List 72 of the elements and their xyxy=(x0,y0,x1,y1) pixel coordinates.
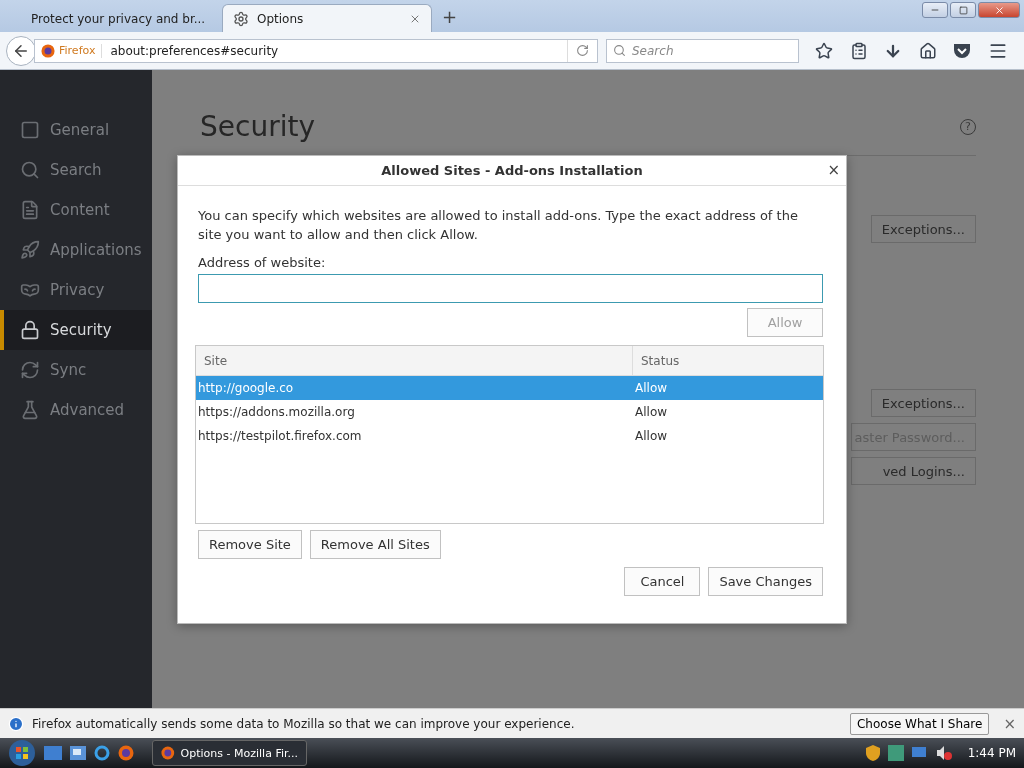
pocket-icon[interactable] xyxy=(953,42,972,59)
description-text: You can specify which websites are allowed to install add-ons. Type the exact address of the site you want to allow and then click Allow. xyxy=(198,207,799,244)
sidebar-item[interactable]: Privacy xyxy=(0,270,152,310)
bookmark-star-icon[interactable] xyxy=(815,41,834,60)
column-header[interactable]: Site xyxy=(196,346,633,375)
site-cell-text: https://addons.mozilla.org xyxy=(197,405,356,419)
cancel-button[interactable]: Cancel xyxy=(624,567,701,596)
address-label: Address of website: xyxy=(198,255,327,270)
search-icon xyxy=(613,44,626,57)
close-button[interactable]: × xyxy=(1003,714,1016,733)
site-row[interactable]: http://google.co Allow xyxy=(196,376,823,400)
dialog-title: Allowed Sites - Add-ons Installation xyxy=(381,163,643,178)
site-row[interactable]: https://testpilot.firefox.com Allow xyxy=(196,424,823,448)
exceptions-button[interactable]: Exceptions... xyxy=(870,389,976,417)
browser-e-icon[interactable] xyxy=(94,745,110,761)
remove-button[interactable]: Remove Site xyxy=(198,530,302,559)
page-title: Security xyxy=(200,110,315,143)
reload-icon xyxy=(576,44,589,57)
sidebar-item[interactable]: Advanced xyxy=(0,390,152,430)
status-cell-text: Allow xyxy=(634,405,669,419)
lock-icon xyxy=(20,320,40,340)
shield-icon[interactable] xyxy=(865,745,880,761)
url-text: about:preferences#security xyxy=(109,43,280,58)
notification-message: Firefox automatically sends some data to Mozilla so that we can improve your experience. xyxy=(32,716,576,731)
close-button[interactable]: × xyxy=(827,161,840,179)
speaker-muted-icon[interactable] xyxy=(935,745,952,761)
sidebar-item[interactable]: Security xyxy=(0,310,152,350)
search-field[interactable]: Search xyxy=(606,38,799,63)
sidebar-item[interactable]: General xyxy=(0,110,152,150)
sidebar-item[interactable]: Search xyxy=(0,150,152,190)
exceptions-button[interactable]: Exceptions... xyxy=(870,215,976,243)
column-header[interactable]: Status xyxy=(633,346,823,375)
status-cell-text: Allow xyxy=(634,381,669,395)
firefox-icon xyxy=(118,745,134,761)
home-icon[interactable] xyxy=(918,41,937,60)
sidebar-item[interactable]: Content xyxy=(0,190,152,230)
browser-tab[interactable]: Protect your privacy and br... xyxy=(12,4,222,32)
search-icon xyxy=(20,160,40,180)
url-field[interactable]: Firefox about:preferences#security xyxy=(34,38,598,63)
browser-tab[interactable]: Options xyxy=(222,4,432,32)
site-cell-text: https://testpilot.firefox.com xyxy=(197,429,363,443)
save-button[interactable]: Save Changes xyxy=(708,567,823,596)
settings-icon xyxy=(233,10,249,27)
clipboard-icon[interactable] xyxy=(849,41,868,60)
rocket-icon xyxy=(20,240,40,260)
sync-icon xyxy=(20,360,40,380)
identity-label: Firefox xyxy=(59,44,96,57)
back-button[interactable] xyxy=(6,35,36,66)
sidebar-item[interactable]: Applications xyxy=(0,230,152,270)
sidebar-item[interactable]: Sync xyxy=(0,350,152,390)
flask-icon xyxy=(20,400,40,420)
close-button[interactable] xyxy=(978,2,1020,18)
remove-button[interactable]: Remove All Sites xyxy=(309,530,441,559)
firefox-icon xyxy=(41,43,55,58)
window-switch-icon[interactable] xyxy=(70,746,86,760)
status-cell-text: Allow xyxy=(634,429,669,443)
taskbar-window-button[interactable]: Options - Mozilla Fir... xyxy=(152,740,307,766)
start-orb-icon[interactable] xyxy=(8,739,36,767)
restore-icon xyxy=(958,5,968,15)
document-icon xyxy=(20,200,40,220)
minimize-button[interactable] xyxy=(922,2,948,18)
choose-share-button[interactable]: Choose What I Share xyxy=(849,712,990,735)
address-field[interactable] xyxy=(198,274,823,303)
site-row[interactable]: https://addons.mozilla.org Allow xyxy=(196,400,823,424)
site-cell-text: http://google.co xyxy=(197,381,295,395)
new-tab-button[interactable]: + xyxy=(442,6,458,27)
info-icon xyxy=(8,715,24,732)
clock: 1:44 PM xyxy=(967,746,1016,760)
firefox-icon xyxy=(161,745,175,761)
close-icon xyxy=(993,4,1005,16)
restore-button[interactable] xyxy=(950,2,976,18)
saved-logins-button[interactable]: ved Logins... xyxy=(851,457,976,485)
